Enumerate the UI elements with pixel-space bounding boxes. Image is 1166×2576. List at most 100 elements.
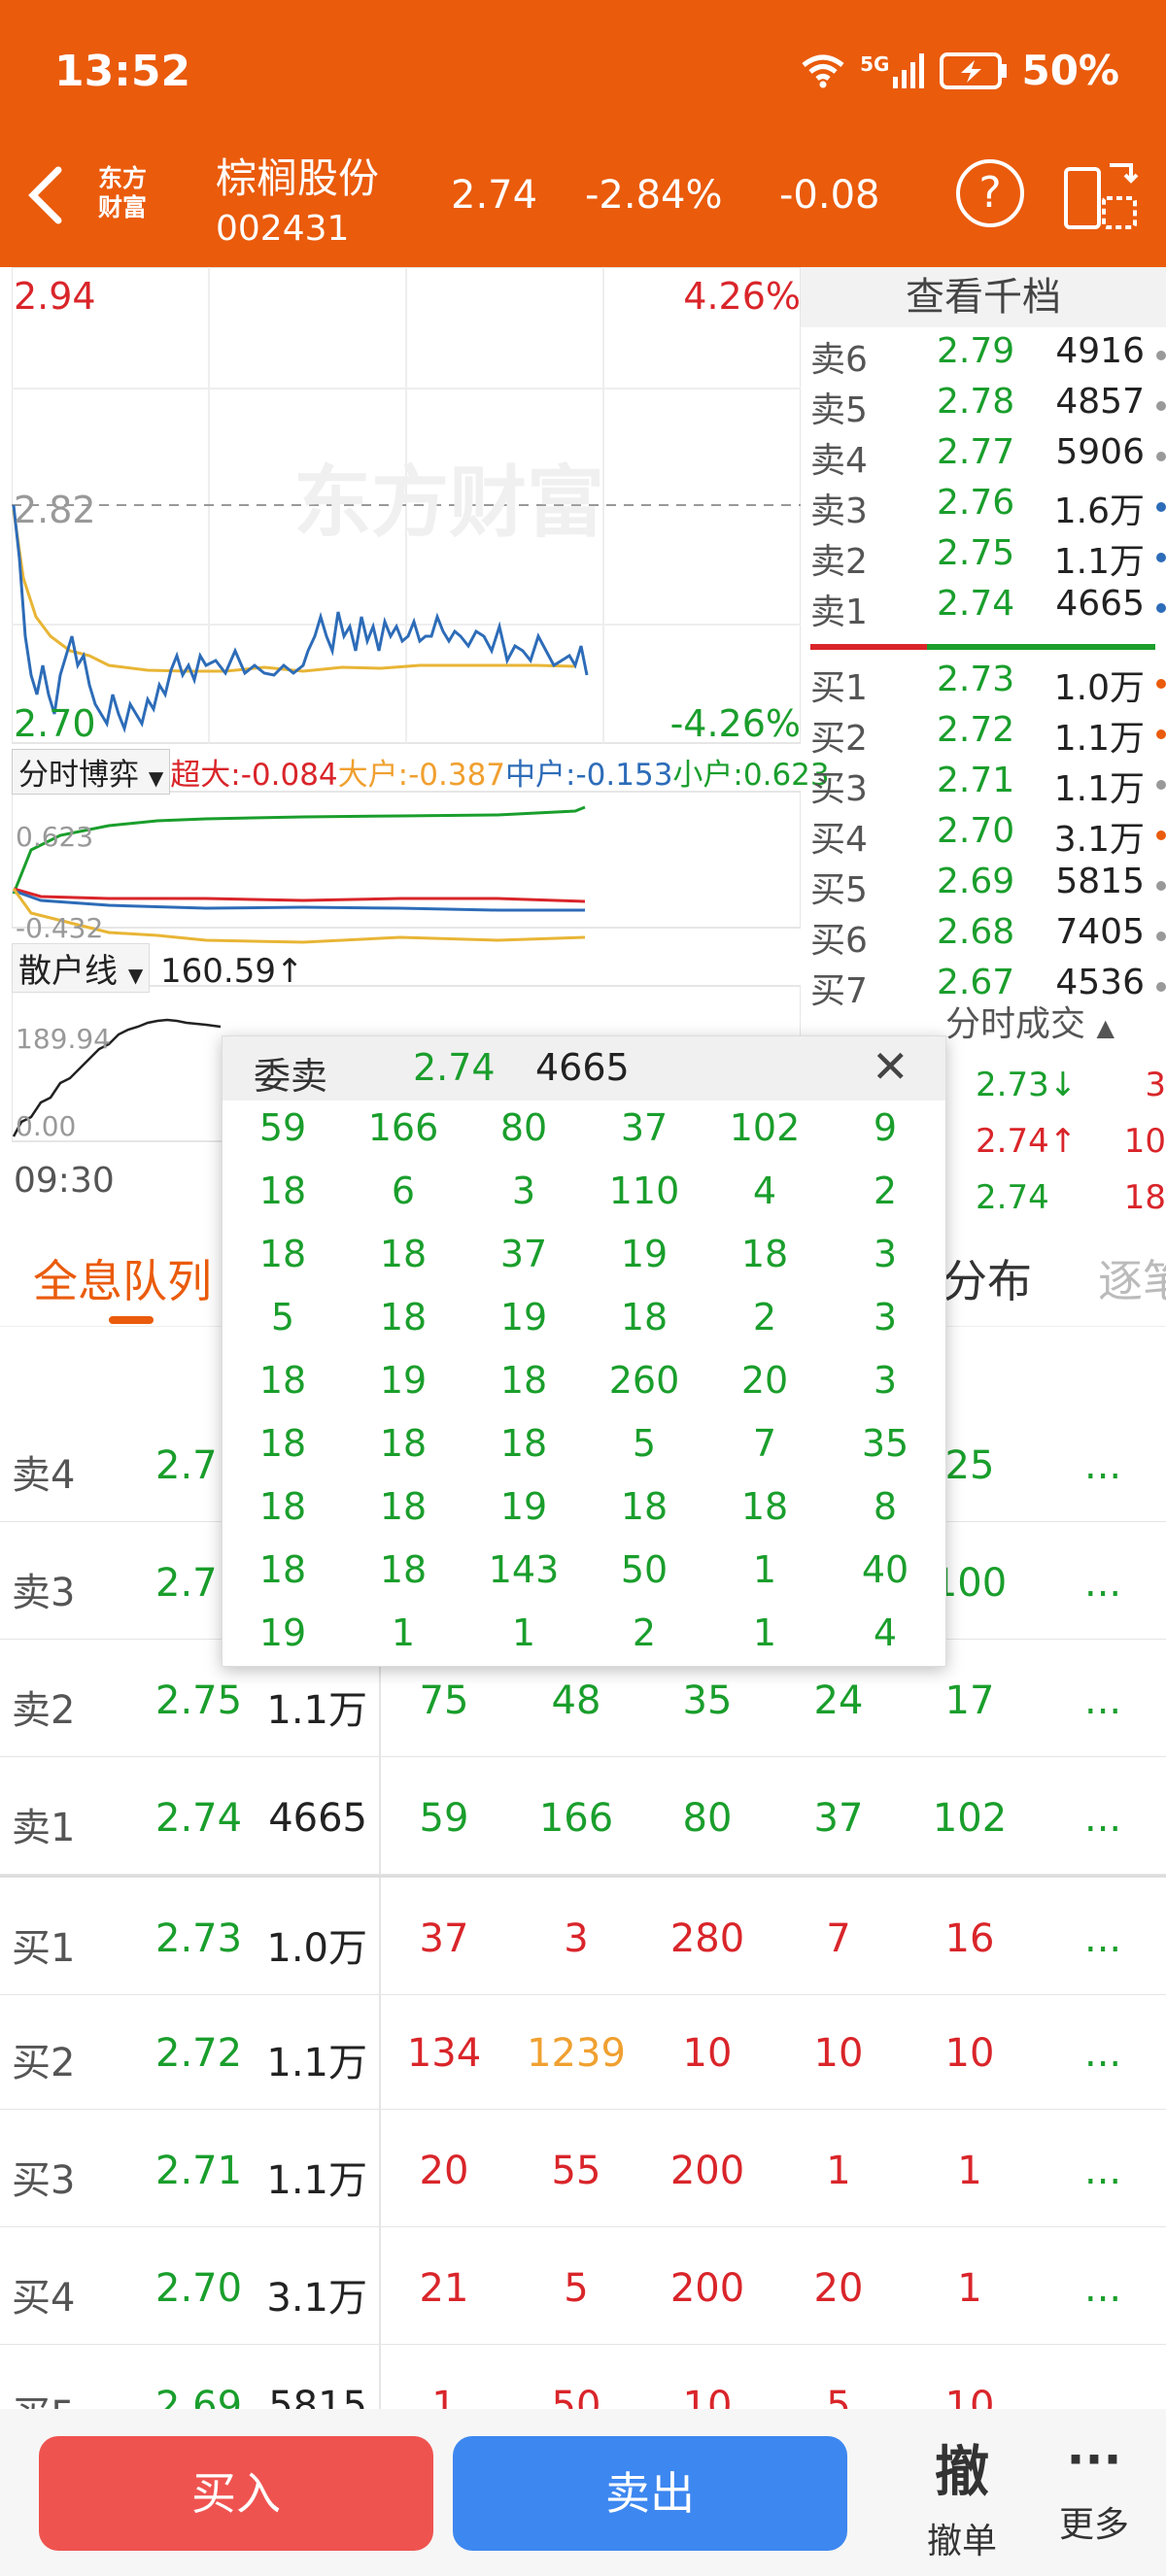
sell-button[interactable]: 卖出 (453, 2436, 847, 2551)
popup-cell: 18 (379, 1485, 428, 1528)
popup-cell: 1 (391, 1611, 416, 1654)
stock-price: 2.74 (451, 173, 538, 218)
caret-up-icon: ▲ (1096, 1014, 1115, 1041)
queue-more-button[interactable]: ... (1084, 2031, 1121, 2076)
dahu-value: -0.387 (408, 758, 506, 793)
level-volume: 4916 (1055, 331, 1145, 371)
arrow-up-icon: ↑ (275, 952, 304, 991)
queue-more-button[interactable]: ... (1084, 2266, 1121, 2311)
view-thousand-levels-button[interactable]: 查看千档 (801, 267, 1166, 327)
rotate-screen-icon (1064, 163, 1139, 229)
queue-cell: 10 (944, 2031, 995, 2076)
queue-row[interactable]: 买2 2.72 1.1万 134 1239 10 10 10... (0, 1992, 1166, 2110)
tab-full-queue[interactable]: 全息队列 (33, 1246, 212, 1310)
order-book-row[interactable]: 买2 2.72 1.1万 (810, 710, 1166, 761)
back-button[interactable] (19, 160, 78, 228)
sanhu-bottom-value: 0.00 (16, 1110, 77, 1142)
tab-distribution[interactable]: 分布 (943, 1246, 1032, 1310)
sell-queue-popup: 委卖 2.74 4665 ✕ 59 166 80 37 102 9 18 6 3 110 4 2 18 1… (222, 1035, 946, 1667)
level-label: 买2 (810, 719, 868, 759)
wifi-icon (802, 54, 844, 87)
queue-row[interactable]: 买1 2.73 1.0万 37 3 280 7 16... (0, 1875, 1166, 1995)
logo-text-2: 财富 (97, 193, 147, 221)
queue-cell: 5 (564, 2266, 589, 2311)
popup-cell: 5 (632, 1422, 657, 1465)
order-book-row[interactable]: 买4 2.70 3.1万 (810, 811, 1166, 862)
sanhu-selector[interactable]: 散户线 ▼ (12, 943, 151, 993)
level-label: 卖4 (810, 441, 868, 481)
queue-level-label: 买2 (12, 2041, 76, 2085)
sanhu-value: 160.59 (160, 952, 276, 991)
level-label: 买6 (810, 921, 868, 961)
popup-cell: 18 (379, 1233, 428, 1275)
queue-row[interactable]: 买4 2.70 3.1万 21 5 200 20 1... (0, 2227, 1166, 2345)
queue-more-button[interactable]: ... (1084, 1443, 1121, 1488)
level-volume: 1.1万 (1053, 769, 1145, 809)
popup-cell: 18 (379, 1422, 428, 1465)
order-book-row[interactable]: 卖4 2.77 5906 (810, 432, 1166, 483)
queue-more-button[interactable]: ... (1084, 1796, 1121, 1841)
help-button[interactable]: ? (956, 159, 1024, 227)
order-book-row[interactable]: 卖2 2.75 1.1万 (810, 533, 1166, 584)
level-price: 2.79 (937, 331, 1015, 371)
level-volume: 5815 (1055, 862, 1145, 901)
level-price: 2.69 (937, 862, 1015, 901)
level-label: 买3 (810, 769, 868, 809)
cancel-order-button[interactable]: 撤 撤单 (913, 2428, 1011, 2563)
popup-cell: 9 (873, 1106, 898, 1149)
queue-more-button[interactable]: ... (1084, 1678, 1121, 1723)
queue-row[interactable]: 卖1 2.74 4665 59 166 80 37 102... (0, 1757, 1166, 1875)
landscape-button[interactable] (1063, 161, 1139, 231)
level-dot (1156, 729, 1166, 739)
level-dot (1156, 401, 1166, 411)
queue-cell: 10 (813, 2031, 864, 2076)
order-book-row[interactable]: 买3 2.71 1.1万 (810, 761, 1166, 811)
order-book-row[interactable]: 买6 2.68 7405 (810, 912, 1166, 963)
level-dot (1156, 553, 1166, 562)
zhonghu-label: 中户: (505, 758, 576, 793)
order-book-row[interactable]: 卖3 2.76 1.6万 (810, 483, 1166, 533)
caret-down-icon: ▼ (127, 964, 144, 987)
queue-cell: 20 (419, 2149, 469, 2193)
dahu-label: 大户: (337, 758, 409, 793)
pct-low-label: -4.26% (669, 702, 801, 745)
tab-zhubi[interactable]: 逐笔 (1098, 1246, 1166, 1310)
status-indicators: 5G 50% (800, 47, 1119, 94)
popup-cell: 143 (488, 1548, 560, 1591)
queue-more-button[interactable]: ... (1084, 1561, 1121, 1606)
order-book-row[interactable]: 卖6 2.79 4916 (810, 331, 1166, 382)
popup-cell: 102 (729, 1106, 801, 1149)
popup-cell: 18 (379, 1296, 428, 1339)
xiaohu-label: 小户: (672, 758, 743, 793)
order-book-row[interactable]: 卖1 2.74 4665 (810, 584, 1166, 634)
close-icon[interactable]: ✕ (872, 1040, 909, 1093)
signal-icon (893, 52, 925, 88)
queue-more-button[interactable]: ... (1084, 1916, 1121, 1961)
queue-cell: 200 (669, 2266, 745, 2311)
order-book-row[interactable]: 买1 2.73 1.0万 (810, 660, 1166, 710)
queue-level-price: 2.73 (155, 1916, 243, 1961)
order-book-row[interactable]: 买5 2.69 5815 (810, 862, 1166, 912)
queue-more-button[interactable]: ... (1084, 2149, 1121, 2193)
popup-cell: 18 (258, 1548, 307, 1591)
popup-cell: 166 (367, 1106, 439, 1149)
logo-text-1: 东方 (97, 164, 147, 192)
popup-cell: 80 (499, 1106, 548, 1149)
popup-cell: 7 (752, 1422, 777, 1465)
bid-ask-divider (810, 644, 1155, 650)
bobo-legend: 分时博弈 ▼ 超大:-0.084大户:-0.387中户:-0.153小户:0.62… (12, 749, 830, 795)
queue-level-price: 2.72 (155, 2031, 243, 2076)
popup-cell: 35 (861, 1422, 909, 1465)
popup-price: 2.74 (413, 1046, 496, 1089)
queue-row[interactable]: 买3 2.71 1.1万 20 55 200 1 1... (0, 2110, 1166, 2227)
buy-button[interactable]: 买入 (39, 2436, 433, 2551)
queue-cell: 80 (682, 1796, 733, 1841)
popup-cell: 6 (391, 1169, 416, 1212)
more-button[interactable]: ··· 更多 (1046, 2428, 1143, 2547)
queue-cell: 1239 (527, 2031, 626, 2076)
bobo-selector[interactable]: 分时博弈 ▼ (12, 749, 171, 795)
queue-cell: 102 (932, 1796, 1008, 1841)
popup-cell: 59 (258, 1106, 307, 1149)
pct-high-label: 4.26% (683, 275, 801, 318)
order-book-row[interactable]: 卖5 2.78 4857 (810, 382, 1166, 432)
